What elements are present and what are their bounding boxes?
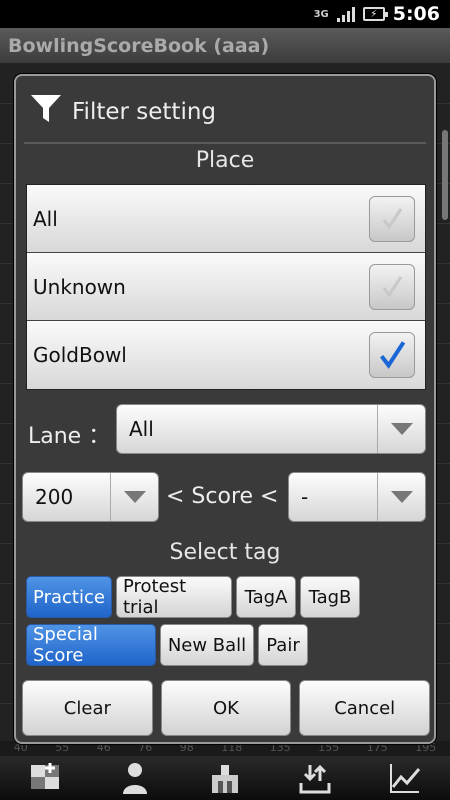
tag-tagb[interactable]: TagB (300, 576, 360, 618)
clear-button[interactable]: Clear (22, 680, 153, 736)
bowling-alley-icon[interactable] (205, 758, 245, 798)
place-item-all[interactable]: All (27, 185, 425, 253)
tag-taga[interactable]: TagA (236, 576, 296, 618)
place-item-unknown[interactable]: Unknown (27, 253, 425, 321)
score-min-value: 200 (35, 485, 74, 509)
chevron-down-icon (377, 405, 425, 453)
import-export-icon[interactable] (295, 758, 335, 798)
lane-value: All (129, 417, 154, 441)
filter-dialog: Filter setting Place All Unknown GoldBow… (14, 74, 436, 744)
lane-select[interactable]: All (116, 404, 426, 454)
tag-pair[interactable]: Pair (258, 624, 308, 666)
chevron-down-icon (377, 473, 425, 521)
list-scrollbar[interactable] (442, 130, 448, 220)
status-time: 5:06 (392, 3, 440, 25)
tag-selector: Practice Protest trial TagA TagB Special… (26, 576, 430, 672)
tag-practice[interactable]: Practice (26, 576, 112, 618)
dialog-buttons: Clear OK Cancel (22, 680, 431, 736)
place-list: All Unknown GoldBowl (26, 184, 426, 390)
place-item-label: GoldBowl (33, 343, 127, 367)
place-item-label: All (33, 206, 58, 231)
place-item-label: Unknown (33, 274, 126, 299)
tag-protest-trial[interactable]: Protest trial (116, 576, 232, 618)
signal-icon (336, 6, 355, 22)
score-max-value: - (301, 485, 309, 509)
ok-button[interactable]: OK (160, 680, 292, 736)
cancel-button[interactable]: Cancel (299, 680, 431, 736)
chevron-down-icon (110, 473, 158, 521)
player-icon[interactable] (115, 758, 155, 798)
place-item-goldbowl[interactable]: GoldBowl (27, 321, 425, 389)
app-title: BowlingScoreBook (aaa) (0, 28, 450, 64)
filter-funnel-icon (30, 94, 62, 130)
place-checkbox-unknown[interactable] (369, 263, 415, 310)
battery-charging-icon: ⚡ (362, 7, 388, 21)
place-heading: Place (195, 148, 255, 173)
place-checkbox-all[interactable] (369, 195, 415, 242)
header-divider (24, 142, 426, 144)
bottom-toolbar (0, 756, 450, 800)
tag-row: Special Score New Ball Pair (26, 624, 430, 666)
score-min-select[interactable]: 200 (22, 472, 159, 522)
select-tag-heading: Select tag (169, 540, 281, 565)
dialog-title: Filter setting (72, 99, 217, 125)
score-max-select[interactable]: - (288, 472, 426, 522)
tag-new-ball[interactable]: New Ball (160, 624, 254, 666)
lane-label: Lane ： (28, 424, 111, 449)
score-label: < Score < (166, 484, 279, 509)
network-type-indicator: 3G (313, 8, 329, 20)
tag-special-score[interactable]: Special Score (26, 624, 156, 666)
tag-row: Practice Protest trial TagA TagB (26, 576, 430, 618)
stats-chart-icon[interactable] (385, 758, 425, 798)
place-checkbox-goldbowl[interactable] (369, 332, 415, 378)
dialog-header: Filter setting (30, 90, 216, 134)
add-game-icon[interactable] (25, 758, 65, 798)
status-bar: 3G ⚡ 5:06 (0, 0, 450, 28)
